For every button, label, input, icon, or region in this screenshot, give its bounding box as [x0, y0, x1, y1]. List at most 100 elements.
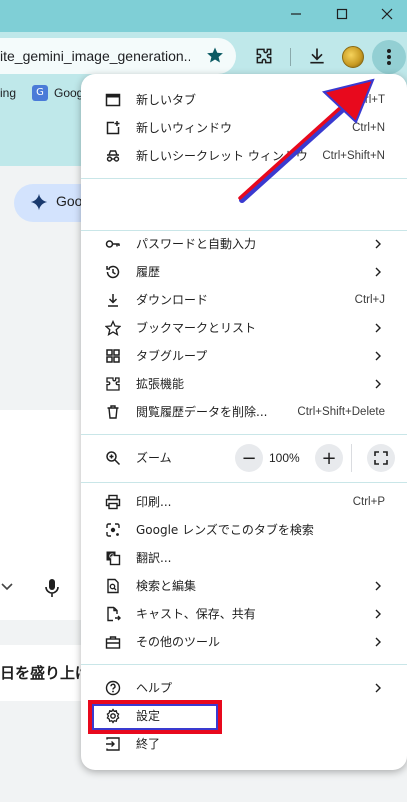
menu-item-print[interactable]: 印刷... Ctrl+P — [81, 488, 407, 516]
menu-item-label: 新しいウィンドウ — [136, 121, 233, 135]
minimize-icon — [291, 13, 301, 15]
menu-item-label: キャスト、保存、共有 — [136, 607, 256, 621]
help-icon — [105, 680, 121, 696]
chevron-right-icon — [375, 323, 381, 333]
extensions-button[interactable] — [250, 42, 278, 70]
translate-icon: G — [106, 551, 121, 566]
extension-icon — [106, 377, 120, 391]
bookmark-item[interactable]: ing — [0, 86, 16, 100]
menu-item-shortcut: Ctrl+N — [352, 122, 385, 134]
chevron-right-icon — [375, 637, 381, 647]
chevron-right-icon — [375, 581, 381, 591]
tab-groups-icon — [106, 349, 120, 363]
menu-divider — [81, 434, 407, 435]
new-tab-icon — [105, 93, 121, 107]
gemini-button-label: Goo — [56, 193, 83, 209]
menu-item-label: 終了 — [136, 737, 161, 751]
chrome-main-menu: 新しいタブ Ctrl+T 新しいウィンドウ Ctrl+N 新しいシークレット ウ… — [81, 74, 407, 770]
menu-item-label: ブックマークとリスト — [136, 321, 257, 335]
extension-icon — [256, 48, 272, 64]
profile-row[interactable] — [81, 178, 407, 232]
profile-avatar[interactable] — [342, 46, 364, 68]
menu-divider — [81, 664, 407, 665]
mic-icon[interactable] — [44, 578, 60, 598]
download-icon — [108, 294, 118, 307]
chrome-menu-button[interactable] — [372, 40, 406, 74]
incognito-icon — [106, 150, 120, 162]
cast-save-icon — [107, 606, 121, 622]
fullscreen-button[interactable] — [367, 444, 395, 472]
chevron-right-icon — [375, 267, 381, 277]
zoom-value: 100% — [269, 451, 300, 465]
menu-item-shortcut: Ctrl+T — [353, 94, 385, 106]
close-icon — [381, 8, 393, 20]
google-ads-favicon: G — [32, 85, 48, 101]
menu-item-find-edit[interactable]: 検索と編集 — [81, 572, 407, 600]
menu-item-bookmarks[interactable]: ブックマークとリスト — [81, 314, 407, 342]
zoom-label: ズーム — [136, 451, 172, 465]
menu-item-label: 印刷... — [136, 495, 172, 509]
chevron-down-icon[interactable] — [0, 580, 14, 594]
menu-item-label: ヘルプ — [136, 681, 173, 695]
sparkle-icon — [30, 193, 48, 211]
fullscreen-icon — [374, 451, 388, 465]
chevron-right-icon — [375, 239, 381, 249]
menu-item-clear-browsing-data[interactable]: 閲覧履歴データを削除... Ctrl+Shift+Delete — [81, 398, 407, 426]
menu-item-history[interactable]: 履歴 — [81, 258, 407, 286]
more-vert-icon — [387, 49, 391, 65]
close-button[interactable] — [367, 0, 407, 28]
menu-item-cast-save-share[interactable]: キャスト、保存、共有 — [81, 600, 407, 628]
menu-item-shortcut: Ctrl+J — [354, 294, 385, 306]
menu-item-label: 翻訳... — [136, 551, 172, 565]
menu-item-translate[interactable]: G 翻訳... — [81, 544, 407, 572]
menu-item-label: Google レンズでこのタブを検索 — [136, 523, 314, 537]
menu-item-passwords[interactable]: パスワードと自動入力 — [81, 230, 407, 258]
menu-item-new-window[interactable]: 新しいウィンドウ Ctrl+N — [81, 114, 407, 142]
menu-item-new-tab[interactable]: 新しいタブ Ctrl+T — [81, 86, 407, 114]
maximize-icon — [336, 8, 348, 20]
menu-item-google-lens[interactable]: Google レンズでこのタブを検索 — [81, 516, 407, 544]
key-icon — [105, 240, 120, 248]
page-heading-fragment: 日を盛り上げ — [0, 664, 91, 682]
star-icon[interactable] — [206, 46, 224, 64]
menu-item-shortcut: Ctrl+Shift+N — [322, 150, 385, 162]
svg-text:G: G — [109, 553, 114, 561]
menu-item-label: 閲覧履歴データを削除... — [136, 405, 268, 419]
menu-item-label: 新しいタブ — [136, 93, 197, 107]
title-bar — [0, 0, 407, 32]
downloads-button[interactable] — [303, 42, 331, 70]
menu-item-exit[interactable]: 終了 — [81, 730, 407, 758]
history-icon — [106, 265, 120, 279]
address-bar[interactable]: ite_gemini_image_generation... — [0, 38, 236, 74]
menu-item-label: 検索と編集 — [136, 579, 197, 593]
menu-item-downloads[interactable]: ダウンロード Ctrl+J — [81, 286, 407, 314]
chevron-right-icon — [375, 351, 381, 361]
minimize-button[interactable] — [276, 0, 316, 28]
lens-icon — [106, 523, 120, 537]
zoom-icon — [106, 451, 121, 466]
zoom-row: ズーム − 100% + — [81, 436, 407, 480]
trash-icon — [107, 405, 119, 419]
menu-item-incognito[interactable]: 新しいシークレット ウィンドウ Ctrl+Shift+N — [81, 142, 407, 170]
menu-item-shortcut: Ctrl+Shift+Delete — [297, 406, 385, 418]
menu-divider — [81, 482, 407, 483]
menu-item-shortcut: Ctrl+P — [352, 496, 385, 508]
zoom-separator — [351, 444, 352, 472]
find-icon — [107, 578, 119, 594]
menu-item-more-tools[interactable]: その他のツール — [81, 628, 407, 656]
settings-highlight-annotation — [88, 700, 222, 734]
menu-item-tab-groups[interactable]: タブグループ — [81, 342, 407, 370]
menu-item-help[interactable]: ヘルプ — [81, 674, 407, 702]
url-text: ite_gemini_image_generation... — [0, 48, 190, 64]
bookmark-item[interactable]: Goog — [54, 86, 83, 100]
menu-item-label: 新しいシークレット ウィンドウ — [136, 149, 308, 163]
menu-item-extensions[interactable]: 拡張機能 — [81, 370, 407, 398]
menu-item-label: パスワードと自動入力 — [136, 237, 257, 251]
maximize-button[interactable] — [322, 0, 362, 28]
new-window-icon — [106, 121, 120, 135]
zoom-in-button[interactable]: + — [315, 444, 343, 472]
chevron-right-icon — [375, 683, 381, 693]
menu-item-label: タブグループ — [136, 349, 208, 363]
menu-item-label: 履歴 — [136, 265, 161, 279]
zoom-out-button[interactable]: − — [235, 444, 263, 472]
